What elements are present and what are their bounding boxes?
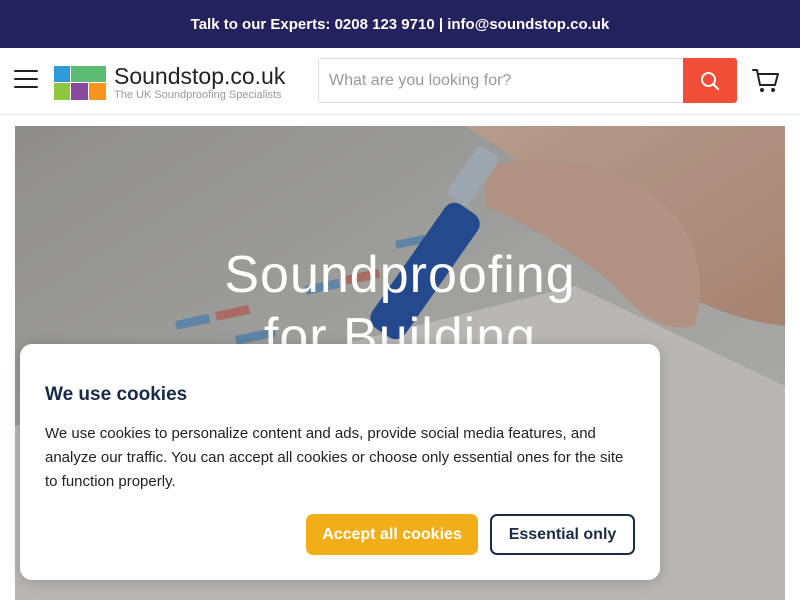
search-input[interactable]: [318, 58, 683, 103]
hamburger-menu-icon[interactable]: [14, 70, 38, 90]
cookie-banner: We use cookies We use cookies to persona…: [20, 344, 660, 580]
hero-title-line1: Soundproofing: [224, 246, 576, 304]
logo-mark: [54, 65, 106, 100]
site-logo[interactable]: Soundstop.co.uk The UK Soundproofing Spe…: [54, 64, 285, 101]
cart-icon[interactable]: [752, 68, 780, 94]
cookie-text: We use cookies to personalize content an…: [45, 425, 624, 490]
logo-tagline: The UK Soundproofing Specialists: [114, 89, 282, 101]
cookie-title: We use cookies: [45, 384, 188, 405]
accept-all-cookies-button[interactable]: Accept all cookies: [306, 514, 478, 555]
site-header: Soundstop.co.uk The UK Soundproofing Spe…: [0, 48, 800, 115]
essential-only-button[interactable]: Essential only: [490, 514, 635, 555]
search-button[interactable]: [683, 58, 737, 103]
logo-name: Soundstop.co.uk: [114, 63, 286, 89]
search-icon: [701, 71, 720, 90]
announcement-bar: Talk to our Experts: 0208 123 9710 | inf…: [0, 0, 800, 48]
announcement-text: Talk to our Experts: 0208 123 9710 | inf…: [190, 15, 610, 33]
